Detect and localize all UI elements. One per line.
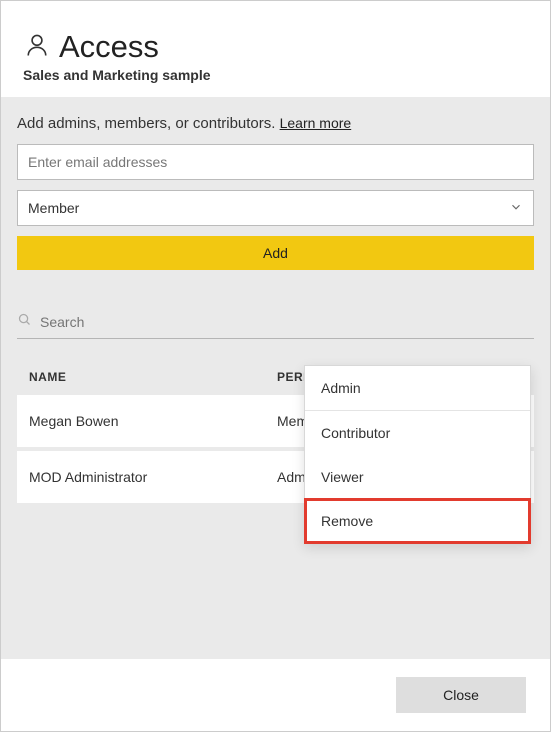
user-name: Megan Bowen — [29, 413, 277, 429]
panel-header: Access Sales and Marketing sample — [1, 1, 550, 97]
user-name: MOD Administrator — [29, 469, 277, 485]
search-icon — [17, 312, 32, 332]
permission-dropdown: Admin Contributor Viewer Remove — [304, 365, 531, 544]
dropdown-item-viewer[interactable]: Viewer — [305, 455, 530, 499]
dropdown-item-remove[interactable]: Remove — [305, 499, 530, 543]
panel-body: Add admins, members, or contributors. Le… — [1, 97, 550, 659]
search-input[interactable] — [40, 310, 534, 334]
intro-text: Add admins, members, or contributors. — [17, 115, 280, 132]
role-select-value: Member — [28, 200, 79, 216]
person-icon — [23, 31, 51, 64]
add-button[interactable]: Add — [17, 236, 534, 270]
access-panel: Access Sales and Marketing sample Add ad… — [0, 0, 551, 732]
col-header-name: NAME — [29, 370, 277, 384]
panel-footer: Close — [1, 659, 550, 731]
title-row: Access — [23, 29, 528, 65]
email-input[interactable] — [17, 144, 534, 180]
role-select[interactable]: Member — [17, 190, 534, 226]
learn-more-link[interactable]: Learn more — [280, 115, 352, 131]
close-button[interactable]: Close — [396, 677, 526, 713]
panel-subtitle: Sales and Marketing sample — [23, 67, 528, 83]
dropdown-item-contributor[interactable]: Contributor — [305, 411, 530, 455]
search-row — [17, 310, 534, 339]
intro-text-row: Add admins, members, or contributors. Le… — [17, 115, 534, 132]
chevron-down-icon — [509, 200, 523, 217]
panel-title: Access — [59, 29, 159, 65]
dropdown-item-admin[interactable]: Admin — [305, 366, 530, 411]
